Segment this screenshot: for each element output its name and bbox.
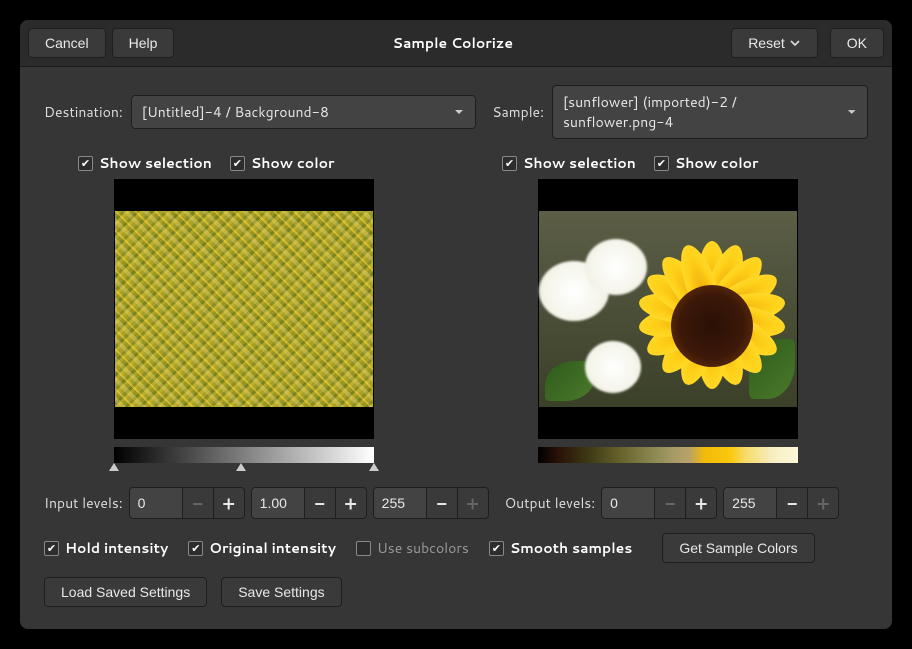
slider-handle-high[interactable] (369, 463, 379, 471)
input-levels-label: Input levels: (44, 493, 123, 513)
plus-icon[interactable]: + (685, 487, 717, 519)
minus-icon[interactable]: − (182, 487, 214, 519)
sample-colorize-dialog: Cancel Help Sample Colorize Reset OK Des… (20, 20, 892, 629)
ok-button[interactable]: OK (830, 28, 884, 58)
check-label: Use subcolors (377, 538, 469, 558)
dest-gradient-strip[interactable] (114, 447, 374, 463)
use-subcolors-check[interactable]: Use subcolors (356, 538, 469, 558)
dialog-title: Sample Colorize (174, 33, 731, 53)
smooth-samples-check[interactable]: Smooth samples (489, 538, 633, 558)
original-intensity-check[interactable]: Original intensity (188, 538, 336, 558)
sample-level-sliders[interactable] (538, 463, 798, 473)
dest-show-color-check[interactable]: Show color (230, 153, 335, 173)
minus-icon[interactable]: − (776, 487, 808, 519)
dest-level-sliders[interactable] (114, 463, 374, 473)
help-button[interactable]: Help (112, 28, 175, 58)
titlebar: Cancel Help Sample Colorize Reset OK (20, 20, 892, 67)
minus-icon[interactable]: − (426, 487, 458, 519)
slider-handle-low[interactable] (109, 463, 119, 471)
output-levels-label: Output levels: (505, 493, 596, 513)
sample-column: Show selection Show color (468, 153, 868, 473)
sample-value: [sunflower] (imported)-2 / sunflower.png… (563, 92, 838, 132)
reset-label: Reset (748, 35, 785, 51)
input-gamma-field[interactable] (251, 487, 305, 519)
save-settings-button[interactable]: Save Settings (221, 577, 341, 607)
output-high-spinner[interactable]: − + (723, 487, 839, 519)
hold-intensity-check[interactable]: Hold intensity (44, 538, 168, 558)
check-label: Show color (675, 153, 759, 173)
sunflower-graphic (637, 237, 787, 387)
reset-button[interactable]: Reset (731, 28, 818, 58)
input-gamma-spinner[interactable]: − + (251, 487, 367, 519)
sample-show-color-check[interactable]: Show color (654, 153, 759, 173)
output-low-field[interactable] (601, 487, 655, 519)
minus-icon[interactable]: − (304, 487, 336, 519)
plus-icon[interactable]: + (213, 487, 245, 519)
chevron-down-icon (789, 37, 801, 49)
destination-label: Destination: (44, 102, 123, 122)
sample-gradient-strip[interactable] (538, 447, 798, 463)
output-high-field[interactable] (723, 487, 777, 519)
check-label: Show color (251, 153, 335, 173)
destination-dropdown[interactable]: [Untitled]-4 / Background-8 (131, 95, 476, 129)
destination-column: Show selection Show color (44, 153, 444, 473)
input-high-field[interactable] (373, 487, 427, 519)
check-label: Original intensity (209, 538, 336, 558)
checkbox-icon (44, 541, 59, 556)
checkbox-icon (489, 541, 504, 556)
input-low-field[interactable] (129, 487, 183, 519)
output-low-spinner[interactable]: − + (601, 487, 717, 519)
dropdown-arrow-icon (846, 106, 857, 118)
minus-icon[interactable]: − (654, 487, 686, 519)
plus-icon[interactable]: + (457, 487, 489, 519)
sample-dropdown[interactable]: [sunflower] (imported)-2 / sunflower.png… (552, 85, 868, 139)
dest-show-selection-check[interactable]: Show selection (78, 153, 212, 173)
sample-preview[interactable] (538, 179, 798, 439)
sample-label: Sample: (492, 102, 544, 122)
checkbox-icon (230, 156, 245, 171)
check-label: Show selection (99, 153, 212, 173)
checkbox-icon (356, 541, 371, 556)
destination-preview[interactable] (114, 179, 374, 439)
plus-icon[interactable]: + (807, 487, 839, 519)
check-label: Smooth samples (510, 538, 633, 558)
get-sample-colors-button[interactable]: Get Sample Colors (662, 533, 814, 563)
dropdown-arrow-icon (453, 106, 465, 118)
check-label: Hold intensity (65, 538, 168, 558)
cancel-button[interactable]: Cancel (28, 28, 106, 58)
checkbox-icon (78, 156, 93, 171)
checkbox-icon (654, 156, 669, 171)
checkbox-icon (502, 156, 517, 171)
checkbox-icon (188, 541, 203, 556)
load-saved-settings-button[interactable]: Load Saved Settings (44, 577, 207, 607)
destination-value: [Untitled]-4 / Background-8 (142, 102, 329, 122)
input-low-spinner[interactable]: − + (129, 487, 245, 519)
input-high-spinner[interactable]: − + (373, 487, 489, 519)
check-label: Show selection (523, 153, 636, 173)
plus-icon[interactable]: + (335, 487, 367, 519)
slider-handle-mid[interactable] (236, 463, 246, 471)
sample-show-selection-check[interactable]: Show selection (502, 153, 636, 173)
